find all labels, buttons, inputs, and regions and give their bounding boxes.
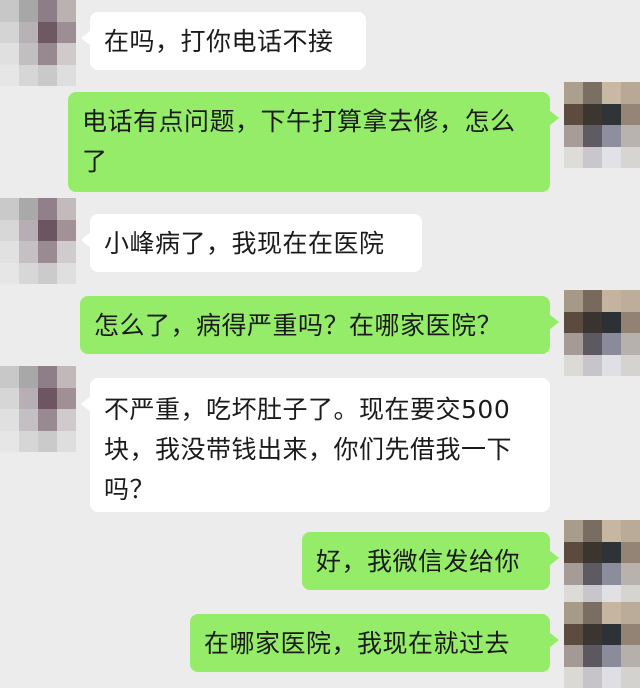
message-bubble-incoming[interactable]: 不严重，吃坏肚子了。现在要交500块，我没带钱出来，你们先借我一下吗？ — [81, 378, 550, 512]
message-bubble-outgoing[interactable]: 在哪家医院，我现在就过去 — [190, 614, 559, 672]
message-bubble-outgoing[interactable]: 怎么了，病得严重吗？在哪家医院？ — [80, 296, 559, 354]
self-avatar[interactable] — [564, 520, 640, 606]
message-bubble-outgoing[interactable]: 电话有点问题，下午打算拿去修，怎么了 — [68, 92, 559, 192]
chat-area: 在吗，打你电话不接 电话有点问题，下午打算拿去修，怎么了 小峰病了，我现在在医院… — [0, 0, 640, 688]
message-bubble-incoming[interactable]: 在吗，打你电话不接 — [81, 12, 366, 70]
message-bubble-outgoing[interactable]: 好，我微信发给你 — [302, 532, 559, 590]
contact-avatar[interactable] — [0, 0, 76, 86]
message-bubble-incoming[interactable]: 小峰病了，我现在在医院 — [81, 214, 422, 272]
contact-avatar[interactable] — [0, 198, 76, 284]
contact-avatar[interactable] — [0, 366, 76, 452]
self-avatar[interactable] — [564, 290, 640, 376]
self-avatar[interactable] — [564, 82, 640, 168]
self-avatar[interactable] — [564, 602, 640, 688]
